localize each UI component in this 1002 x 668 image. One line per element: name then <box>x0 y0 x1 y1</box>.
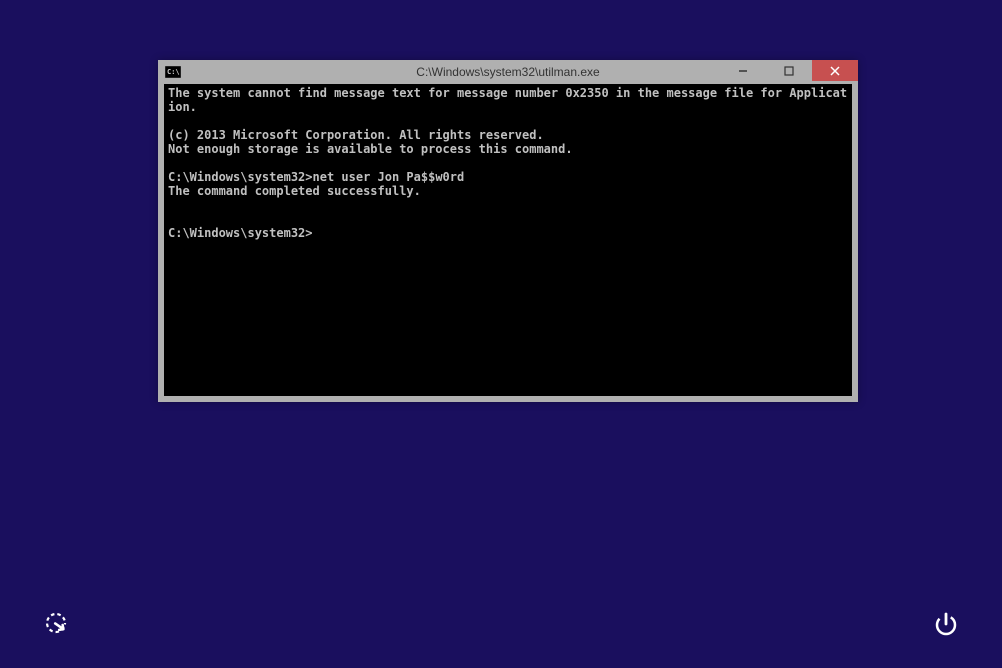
cmd-icon: C:\ <box>165 66 181 78</box>
ease-of-access-button[interactable] <box>42 610 70 643</box>
minimize-button[interactable] <box>720 60 766 81</box>
terminal-output: The system cannot find message text for … <box>168 86 848 240</box>
power-button[interactable] <box>932 610 960 643</box>
command-prompt-window: C:\ C:\Windows\system32\utilman.exe <box>158 60 858 402</box>
window-titlebar[interactable]: C:\ C:\Windows\system32\utilman.exe <box>158 60 858 84</box>
close-button[interactable] <box>812 60 858 81</box>
svg-text:C:\: C:\ <box>167 68 180 76</box>
terminal-content[interactable]: The system cannot find message text for … <box>164 84 852 396</box>
maximize-button[interactable] <box>766 60 812 81</box>
window-controls <box>720 60 858 81</box>
